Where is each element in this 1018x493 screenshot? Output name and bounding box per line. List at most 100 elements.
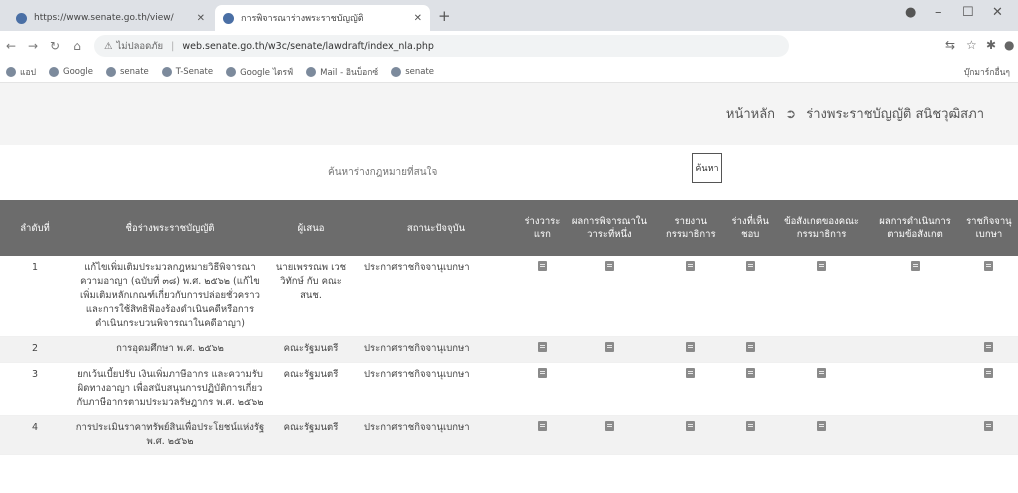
cell-committee-observations (772, 336, 871, 363)
close-tab-icon[interactable]: ✕ (414, 13, 422, 24)
breadcrumb-home[interactable]: หน้าหลัก (726, 107, 775, 122)
document-icon[interactable] (984, 342, 994, 352)
other-bookmarks[interactable]: บุ๊กมาร์กอื่นๆ (964, 65, 1010, 79)
document-icon[interactable] (817, 368, 827, 378)
cell-committee-observations (772, 415, 871, 455)
breadcrumb: หน้าหลัก ➲ ร่างพระราชบัญญัติ สนิชวุฒิสภา (726, 103, 984, 124)
col-header-royal-gazette: ราชกิจจานุเบกษา (959, 200, 1018, 256)
bookmark-senate-2[interactable]: senate (391, 66, 434, 77)
cell-observation-result (870, 362, 960, 416)
search-input[interactable] (320, 161, 680, 183)
home-icon[interactable]: ⌂ (66, 39, 88, 53)
bookmark-star-icon[interactable]: ☆ (966, 38, 977, 52)
document-icon[interactable] (537, 421, 547, 431)
cell-approved-draft (727, 415, 773, 455)
document-icon[interactable] (817, 421, 827, 431)
document-icon[interactable] (984, 368, 994, 378)
bookmark-apps[interactable]: แอป (6, 65, 36, 79)
bookmark-t-senate[interactable]: T-Senate (161, 66, 213, 77)
table-row: 3 ยกเว้นเบี้ยปรับ เงินเพิ่มภาษีอากร และคว… (0, 362, 1018, 416)
bill-title[interactable]: การประเมินราคาทรัพย์สินเพื่อประโยชน์แห่ง… (70, 415, 270, 455)
col-header-proposer: ผู้เสนอ (270, 200, 352, 256)
bill-status: ประกาศราชกิจจานุเบกษา (352, 256, 520, 337)
browser-toolbar: ← → ↻ ⌂ ⚠ ไม่ปลอดภัย | web.senate.go.th/… (0, 31, 1018, 61)
document-icon[interactable] (604, 261, 614, 271)
senate-icon (391, 66, 402, 77)
profile-icon[interactable]: ● (905, 5, 916, 20)
reload-icon[interactable]: ↻ (44, 39, 66, 53)
document-icon[interactable] (745, 421, 755, 431)
mail-icon (306, 66, 317, 77)
warning-icon: ⚠ (104, 40, 113, 52)
bookmark-google-drive[interactable]: Google ไดรฟ์ (226, 65, 293, 79)
document-icon[interactable] (745, 261, 755, 271)
bill-proposer: คณะรัฐมนตรี (270, 362, 352, 416)
document-icon[interactable] (984, 261, 994, 271)
cell-committee-report (653, 336, 728, 363)
document-icon[interactable] (745, 342, 755, 352)
document-icon[interactable] (686, 368, 696, 378)
bill-title[interactable]: การอุดมศึกษา พ.ศ. ๒๕๖๒ (70, 336, 270, 363)
back-icon[interactable]: ← (0, 39, 22, 53)
document-icon[interactable] (537, 368, 547, 378)
col-header-first-reading-result: ผลการพิจารณาในวาระที่หนึ่ง (564, 200, 654, 256)
cell-committee-report (653, 256, 728, 337)
senate-icon (161, 66, 172, 77)
bill-title[interactable]: แก้ไขเพิ่มเติมประมวลกฎหมายวิธีพิจารณาควา… (70, 256, 270, 337)
cell-approved-draft (727, 362, 773, 416)
document-icon[interactable] (686, 342, 696, 352)
document-icon[interactable] (537, 342, 547, 352)
bookmark-senate[interactable]: senate (105, 66, 149, 77)
cell-first-draft (520, 336, 565, 363)
translate-icon[interactable]: ⇆ (945, 38, 955, 52)
bookmark-mail[interactable]: Mail - อินบ็อกซ์ (306, 65, 378, 79)
bill-status: ประกาศราชกิจจานุเบกษา (352, 362, 520, 416)
bookmarks-bar: แอป Google senate T-Senate Google ไดรฟ์ … (0, 61, 1018, 83)
bookmark-google[interactable]: Google (48, 66, 93, 77)
document-icon[interactable] (817, 261, 827, 271)
account-icon[interactable]: ● (1004, 38, 1014, 52)
minimize-icon[interactable]: – (935, 5, 942, 20)
document-icon[interactable] (686, 261, 696, 271)
extensions-icon[interactable]: ✱ (986, 38, 996, 52)
document-icon[interactable] (537, 261, 547, 271)
forward-icon[interactable]: → (22, 39, 44, 53)
browser-tab-1[interactable]: https://www.senate.go.th/view/ ✕ (8, 5, 213, 31)
document-icon[interactable] (910, 261, 920, 271)
cell-royal-gazette (959, 256, 1018, 337)
cell-approved-draft (727, 336, 773, 363)
bill-status: ประกาศราชกิจจานุเบกษา (352, 336, 520, 363)
col-header-observation-result: ผลการดำเนินการตามข้อสังเกต (870, 200, 960, 256)
cell-observation-result (870, 256, 960, 337)
breadcrumb-arrow-icon: ➲ (785, 107, 797, 122)
new-tab-button[interactable]: + (438, 7, 451, 25)
close-tab-icon[interactable]: ✕ (197, 13, 205, 24)
table-header-row: ลำดับที่ ชื่อร่างพระราชบัญญัติ ผู้เสนอ ส… (0, 200, 1018, 256)
maximize-icon[interactable]: ☐ (962, 5, 974, 20)
document-icon[interactable] (604, 342, 614, 352)
breadcrumb-current: ร่างพระราชบัญญัติ สนิชวุฒิสภา (806, 107, 984, 122)
cell-committee-observations (772, 256, 871, 337)
cell-committee-report (653, 362, 728, 416)
browser-tab-2-active[interactable]: การพิจารณาร่างพระราชบัญญัติ ✕ (215, 5, 430, 31)
search-button[interactable]: ค้นหา (692, 153, 722, 183)
document-icon[interactable] (686, 421, 696, 431)
col-header-approved-draft: ร่างที่เห็นชอบ (727, 200, 773, 256)
document-icon[interactable] (604, 421, 614, 431)
cell-observation-result (870, 415, 960, 455)
document-icon[interactable] (984, 421, 994, 431)
col-header-number: ลำดับที่ (0, 200, 70, 256)
page-content: หน้าหลัก ➲ ร่างพระราชบัญญัติ สนิชวุฒิสภา… (0, 83, 1018, 493)
col-header-committee-observations: ข้อสังเกตของคณะกรรมาธิการ (772, 200, 871, 256)
cell-royal-gazette (959, 362, 1018, 416)
table-row: 4 การประเมินราคาทรัพย์สินเพื่อประโยชน์แห่… (0, 415, 1018, 455)
url-text: web.senate.go.th/w3c/senate/lawdraft/ind… (182, 40, 434, 52)
tab-title: การพิจารณาร่างพระราชบัญญัติ (241, 14, 364, 24)
document-icon[interactable] (745, 368, 755, 378)
row-number: 4 (0, 415, 70, 455)
bill-title[interactable]: ยกเว้นเบี้ยปรับ เงินเพิ่มภาษีอากร และควา… (70, 362, 270, 416)
cell-first-draft (520, 362, 565, 416)
address-bar[interactable]: ⚠ ไม่ปลอดภัย | web.senate.go.th/w3c/sena… (94, 35, 789, 57)
cell-royal-gazette (959, 336, 1018, 363)
close-window-icon[interactable]: ✕ (992, 5, 1003, 20)
